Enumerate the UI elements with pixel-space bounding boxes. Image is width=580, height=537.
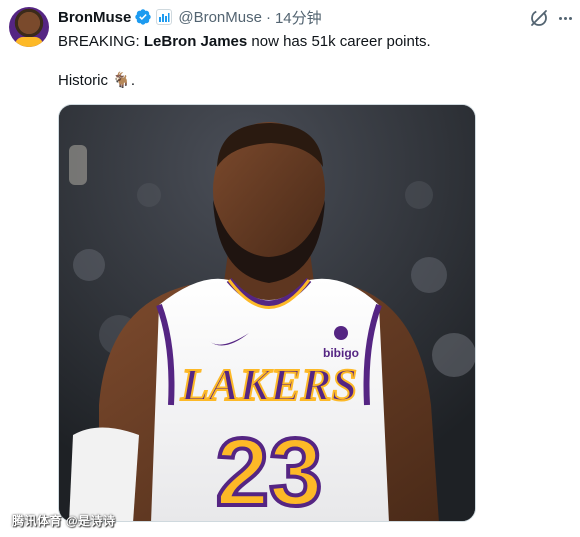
avatar[interactable] (9, 7, 49, 47)
breaking-prefix: BREAKING: (58, 33, 144, 50)
separator-dot: · (265, 8, 271, 26)
more-icon[interactable] (555, 8, 575, 28)
sponsor-text: bibigo (323, 346, 359, 360)
avatar-jersey (15, 37, 43, 47)
jersey-team-text: LAKERS (180, 359, 357, 410)
historic-text: Historic (58, 72, 113, 89)
tweet-text-line-2: Historic 🐐. (58, 71, 135, 91)
watermark: 腾讯体育 @是诗诗 (12, 514, 116, 528)
tweet-text-line-1: BREAKING: LeBron James now has 51k caree… (58, 32, 431, 52)
tweet-photo[interactable]: bibigo LAKERS 23 (58, 104, 476, 522)
more-dot (558, 16, 562, 20)
tweet-card[interactable]: BronMuse @BronMuse · 14分钟 BREAKING: LeBr… (0, 0, 580, 537)
grok-icon[interactable] (529, 8, 549, 28)
player-photo: bibigo LAKERS 23 (59, 105, 475, 522)
handle[interactable]: @BronMuse (178, 9, 262, 26)
timestamp[interactable]: 14分钟 (275, 7, 322, 28)
points-text: now has 51k career points. (247, 33, 431, 50)
tweet-header: BronMuse @BronMuse · 14分钟 (58, 7, 322, 27)
display-name[interactable]: BronMuse (58, 9, 131, 26)
goat-emoji: 🐐 (112, 72, 131, 89)
verified-badge-icon (134, 8, 152, 26)
jersey-number-text: 23 (216, 419, 323, 522)
period: . (130, 72, 136, 89)
affiliate-badge-icon[interactable] (156, 9, 173, 25)
more-dot (563, 16, 567, 20)
player-name: LeBron James (143, 33, 248, 50)
more-dot (568, 16, 572, 20)
